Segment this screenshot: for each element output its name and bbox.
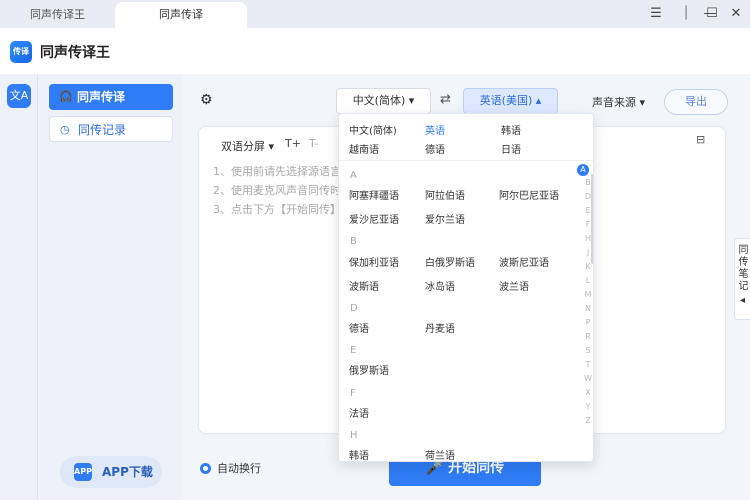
lang-option[interactable]: 阿尔巴尼亚语 xyxy=(499,187,559,202)
app-download-button[interactable]: APP APP下载 xyxy=(60,456,162,488)
group-letter: B xyxy=(350,236,357,247)
radio-icon xyxy=(200,463,211,474)
lang-option[interactable]: 白俄罗斯语 xyxy=(425,254,475,269)
language-dropdown: 中文(简体) 英语 韩语 越南语 德语 日语 A 阿塞拜疆语 阿拉伯语 阿尔巴尼… xyxy=(338,113,594,462)
tab-simultaneous[interactable]: 同声传译 xyxy=(115,2,247,28)
group-letter: H xyxy=(350,430,358,441)
clock-icon: ◷ xyxy=(60,123,70,136)
index-letter[interactable]: L xyxy=(583,276,593,285)
phone-app-icon: APP xyxy=(74,463,92,481)
pin-icon[interactable]: ⏐ xyxy=(676,4,696,24)
lang-option[interactable]: 波斯尼亚语 xyxy=(499,254,549,269)
lang-option[interactable]: 中文(简体) xyxy=(349,122,397,137)
lang-option[interactable]: 爱尔兰语 xyxy=(425,211,465,226)
lang-option[interactable]: 波斯语 xyxy=(349,278,379,293)
microphone-icon: 🎤 xyxy=(425,460,444,476)
app-header: 传译 同声传译王 xyxy=(0,28,750,74)
lang-option[interactable]: 俄罗斯语 xyxy=(349,362,389,377)
index-letter[interactable]: S xyxy=(583,346,593,355)
lang-option[interactable]: 韩语 xyxy=(349,447,369,461)
lang-option[interactable]: 冰岛语 xyxy=(425,278,455,293)
index-letter[interactable]: B xyxy=(583,178,593,187)
lang-option[interactable]: 波兰语 xyxy=(499,278,529,293)
font-smaller-button[interactable]: T- xyxy=(309,137,319,150)
app-logo-icon: 传译 xyxy=(10,41,32,63)
auto-wrap-toggle[interactable]: 自动换行 xyxy=(200,460,261,476)
index-letter[interactable]: Y xyxy=(583,402,593,411)
lang-option[interactable]: 保加利亚语 xyxy=(349,254,399,269)
group-letter: D xyxy=(350,303,358,314)
left-rail: 文A xyxy=(0,74,38,500)
lang-option[interactable]: 丹麦语 xyxy=(425,320,455,335)
index-letter[interactable]: J xyxy=(583,248,593,257)
index-letter[interactable]: A xyxy=(577,164,589,176)
headphones-icon: 🎧 xyxy=(59,90,73,103)
index-letter[interactable]: Z xyxy=(583,416,593,425)
start-button-label: 开始同传 xyxy=(448,460,505,476)
notes-side-tab[interactable]: 同传笔记 ◂ xyxy=(734,238,750,320)
chevron-left-icon: ◂ xyxy=(739,295,746,306)
index-letter[interactable]: T xyxy=(583,360,593,369)
lang-option[interactable]: 爱沙尼亚语 xyxy=(349,211,399,226)
lang-option[interactable]: 荷兰语 xyxy=(425,447,455,461)
tip-line: 3、点击下方【开始同传】 xyxy=(213,203,341,216)
sidebar-item-records[interactable]: ◷ 同传记录 xyxy=(49,116,173,142)
sidebar-item-simultaneous[interactable]: 🎧 同声传译 xyxy=(49,84,173,110)
group-letter: E xyxy=(350,345,357,356)
target-language-select[interactable]: 英语(美国) ▴ xyxy=(463,88,558,114)
lang-option-selected[interactable]: 英语 xyxy=(425,122,445,137)
export-button[interactable]: 导出 xyxy=(664,89,728,115)
audio-source-select[interactable]: 声音来源 ▾ xyxy=(592,94,645,110)
font-larger-button[interactable]: T+ xyxy=(285,137,301,150)
index-letter[interactable]: N xyxy=(583,304,593,313)
lang-option[interactable]: 德语 xyxy=(425,141,445,156)
group-letter: F xyxy=(350,388,356,399)
sidebar: 🎧 同声传译 ◷ 同传记录 APP APP下载 xyxy=(38,74,182,500)
app-title: 同声传译王 xyxy=(40,45,110,61)
maximize-icon[interactable]: ☐ xyxy=(702,4,722,24)
sidebar-item-label: 同传记录 xyxy=(78,123,127,137)
lang-option[interactable]: 日语 xyxy=(501,141,521,156)
index-letter[interactable]: W xyxy=(583,374,593,383)
index-letter[interactable]: D xyxy=(583,192,593,201)
swap-icon[interactable]: ⇄ xyxy=(440,92,451,107)
gear-icon[interactable]: ⚙ xyxy=(200,92,213,108)
notes-tab-label: 同传笔记 xyxy=(738,245,749,292)
lang-option[interactable]: 法语 xyxy=(349,405,369,420)
lang-option[interactable]: 阿拉伯语 xyxy=(425,187,465,202)
index-letter[interactable]: P xyxy=(583,318,593,327)
lang-option[interactable]: 德语 xyxy=(349,320,369,335)
tip-line: 1、使用前请先选择源语言 xyxy=(213,165,341,178)
tab-home[interactable]: 同声传译王 xyxy=(0,2,115,28)
menu-icon[interactable]: ☰ xyxy=(646,4,666,24)
index-letter[interactable]: R xyxy=(583,332,593,341)
index-letter[interactable]: H xyxy=(583,234,593,243)
tip-line: 2、使用麦克风声音同传时 xyxy=(213,184,341,197)
collapse-icon[interactable]: ⊟ xyxy=(696,133,705,146)
lang-option[interactable]: 阿塞拜疆语 xyxy=(349,187,399,202)
index-letter[interactable]: F xyxy=(583,220,593,229)
auto-wrap-label: 自动换行 xyxy=(217,462,261,475)
close-icon[interactable]: ✕ xyxy=(726,4,746,24)
group-letter: A xyxy=(350,170,357,181)
bilingual-split-select[interactable]: 双语分屏 ▾ xyxy=(221,138,274,154)
index-letter[interactable]: E xyxy=(583,206,593,215)
translate-icon[interactable]: 文A xyxy=(7,84,31,108)
lang-option[interactable]: 韩语 xyxy=(501,122,521,137)
sidebar-item-label: 同声传译 xyxy=(77,90,126,104)
lang-option[interactable]: 越南语 xyxy=(349,141,379,156)
index-letter[interactable]: M xyxy=(583,290,593,299)
title-bar: 同声传译王 同声传译 ☰ ⏐ — ☐ ✕ xyxy=(0,0,750,28)
source-language-select[interactable]: 中文(简体) ▾ xyxy=(336,88,431,114)
index-letter[interactable]: K xyxy=(583,262,593,271)
divider xyxy=(339,160,593,161)
app-download-label: APP下载 xyxy=(102,465,153,479)
index-letter[interactable]: X xyxy=(583,388,593,397)
